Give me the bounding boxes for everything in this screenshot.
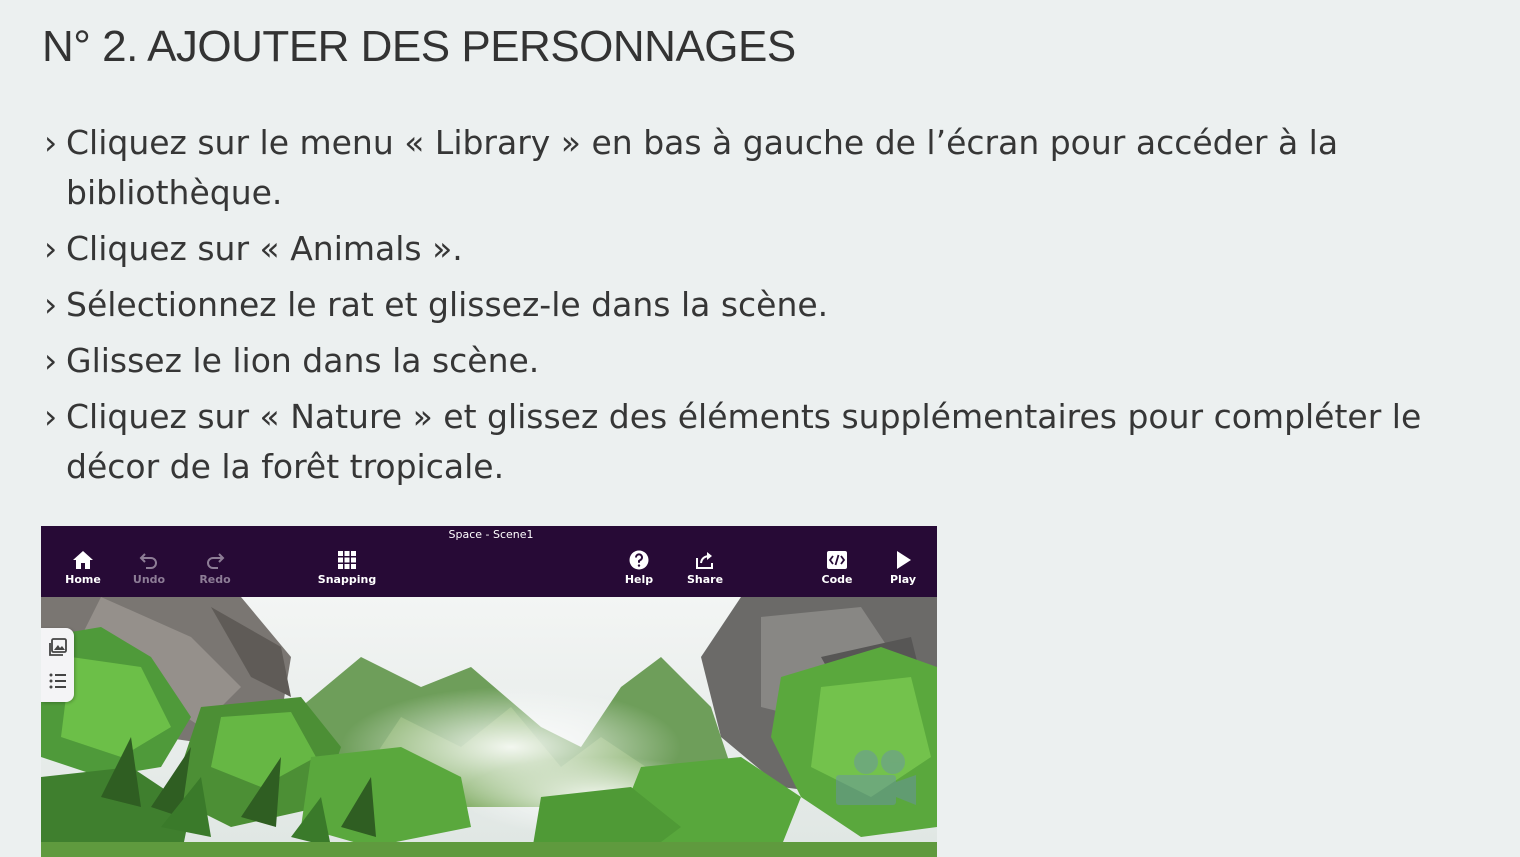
step-text: Cliquez sur le menu « Library » en bas à… xyxy=(66,123,1339,212)
image-library-icon xyxy=(49,638,67,656)
instruction-list: › Cliquez sur le menu « Library » en bas… xyxy=(44,118,1504,498)
redo-icon xyxy=(207,553,225,569)
library-button[interactable] xyxy=(47,636,69,658)
play-icon xyxy=(897,551,911,569)
code-icon xyxy=(827,551,847,569)
step-text: Cliquez sur « Nature » et glissez des él… xyxy=(66,397,1422,486)
step-marker: › xyxy=(44,397,58,436)
rainforest-scene xyxy=(41,597,937,857)
grid-icon xyxy=(338,551,356,569)
instruction-step: › Cliquez sur le menu « Library » en bas… xyxy=(44,118,1504,218)
step-marker: › xyxy=(44,123,58,162)
home-label: Home xyxy=(65,573,101,586)
undo-icon xyxy=(139,553,157,569)
undo-label: Undo xyxy=(132,573,166,586)
home-icon xyxy=(73,551,93,569)
scene-viewport[interactable] xyxy=(41,597,937,857)
share-button[interactable]: Share xyxy=(675,550,735,594)
instruction-step: › Glissez le lion dans la scène. xyxy=(44,336,1504,386)
step-marker: › xyxy=(44,229,58,268)
page-title: N° 2. AJOUTER DES PERSONNAGES xyxy=(42,22,796,71)
help-button[interactable]: Help xyxy=(609,550,669,594)
help-icon xyxy=(629,550,649,570)
library-side-panel xyxy=(41,628,74,702)
step-marker: › xyxy=(44,285,58,324)
instruction-step: › Sélectionnez le rat et glissez-le dans… xyxy=(44,280,1504,330)
instruction-step: › Cliquez sur « Nature » et glissez des … xyxy=(44,392,1504,492)
snapping-label: Snapping xyxy=(317,573,377,586)
redo-label: Redo xyxy=(199,573,231,586)
help-label: Help xyxy=(624,573,654,586)
share-label: Share xyxy=(686,573,724,586)
play-label: Play xyxy=(889,573,917,586)
play-button[interactable]: Play xyxy=(873,550,933,594)
instruction-step: › Cliquez sur « Animals ». xyxy=(44,224,1504,274)
snapping-button[interactable]: Snapping xyxy=(317,550,377,594)
code-button[interactable]: Code xyxy=(807,550,867,594)
scene-title: Space - Scene1 xyxy=(448,528,534,541)
redo-button[interactable]: Redo xyxy=(185,550,245,594)
share-icon xyxy=(696,552,713,569)
step-text: Cliquez sur « Animals ». xyxy=(66,229,463,268)
undo-button[interactable]: Undo xyxy=(119,550,179,594)
home-button[interactable]: Home xyxy=(53,550,113,594)
editor-screenshot: Space - Scene1 Home Undo Redo Snapping H… xyxy=(41,526,937,857)
list-icon xyxy=(49,673,66,689)
page: N° 2. AJOUTER DES PERSONNAGES › Cliquez … xyxy=(0,0,1520,857)
list-button[interactable] xyxy=(47,670,69,692)
code-label: Code xyxy=(821,573,853,586)
step-marker: › xyxy=(44,341,58,380)
editor-toolbar: Space - Scene1 Home Undo Redo Snapping H… xyxy=(41,526,937,597)
step-text: Sélectionnez le rat et glissez-le dans l… xyxy=(66,285,829,324)
step-text: Glissez le lion dans la scène. xyxy=(66,341,540,380)
